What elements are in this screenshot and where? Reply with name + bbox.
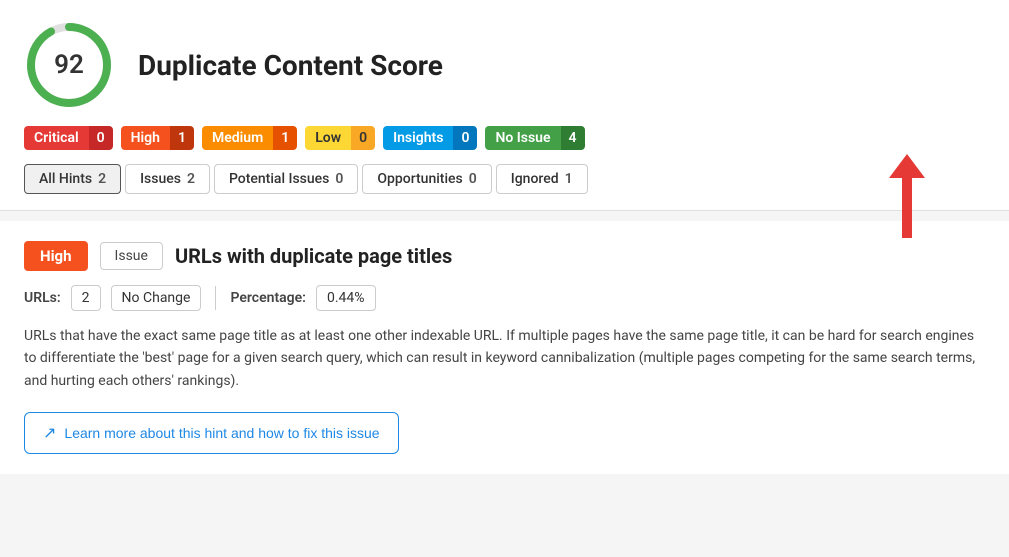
percentage-label: Percentage: (230, 290, 306, 306)
badge-count-noissue: 4 (561, 126, 585, 150)
tab-label-ignored: Ignored (511, 171, 559, 187)
badge-low[interactable]: Low 0 (305, 126, 375, 150)
badge-medium[interactable]: Medium 1 (202, 126, 297, 150)
arrow-indicator (889, 154, 925, 238)
urls-count: 2 (71, 285, 101, 311)
tabs-area: All Hints 2 Issues 2 Potential Issues 0 … (24, 164, 985, 194)
tab-label-issues: Issues (140, 171, 181, 187)
urls-change: No Change (111, 285, 202, 311)
hint-header: High Issue URLs with duplicate page titl… (24, 241, 985, 271)
badge-critical[interactable]: Critical 0 (24, 126, 113, 150)
tabs-row: All Hints 2 Issues 2 Potential Issues 0 … (24, 164, 985, 194)
badge-count-high: 1 (170, 126, 194, 150)
badges-row: Critical 0 High 1 Medium 1 Low 0 Insight… (24, 126, 985, 150)
tab-count-issues: 2 (187, 171, 195, 187)
arrow-head (889, 154, 925, 178)
badge-count-critical: 0 (89, 126, 113, 150)
badge-label-insights: Insights (383, 126, 453, 150)
tab-label-potential-issues: Potential Issues (229, 171, 329, 187)
tab-count-opportunities: 0 (469, 171, 477, 187)
tab-issues[interactable]: Issues 2 (125, 164, 210, 194)
tab-all-hints[interactable]: All Hints 2 (24, 164, 121, 194)
urls-label: URLs: (24, 290, 61, 306)
percentage-value: 0.44% (316, 285, 376, 311)
badge-high[interactable]: High 1 (121, 126, 194, 150)
metrics-row: URLs: 2 No Change Percentage: 0.44% (24, 285, 985, 311)
tab-count-potential-issues: 0 (335, 171, 343, 187)
badge-count-medium: 1 (273, 126, 297, 150)
external-link-icon: ↗ (43, 423, 56, 443)
learn-more-button[interactable]: ↗ Learn more about this hint and how to … (24, 412, 399, 454)
badge-label-high: High (121, 126, 170, 150)
badge-label-noissue: No Issue (485, 126, 560, 150)
tab-count-ignored: 1 (565, 171, 573, 187)
hint-panel: High Issue URLs with duplicate page titl… (0, 221, 1009, 474)
arrow-shaft (902, 178, 912, 238)
tab-opportunities[interactable]: Opportunities 0 (362, 164, 491, 194)
severity-badge: High (24, 241, 88, 271)
score-donut: 92 (24, 20, 114, 110)
tab-ignored[interactable]: Ignored 1 (496, 164, 588, 194)
badge-label-low: Low (305, 126, 351, 150)
tab-count-all-hints: 2 (98, 171, 106, 187)
badge-insights[interactable]: Insights 0 (383, 126, 477, 150)
page-title: Duplicate Content Score (138, 49, 443, 82)
badge-label-medium: Medium (202, 126, 273, 150)
tab-label-all-hints: All Hints (39, 171, 92, 187)
hint-title: URLs with duplicate page titles (175, 244, 452, 268)
badge-label-critical: Critical (24, 126, 89, 150)
badge-noissue[interactable]: No Issue 4 (485, 126, 584, 150)
metric-separator (215, 286, 216, 310)
learn-more-label: Learn more about this hint and how to fi… (64, 425, 379, 441)
type-badge: Issue (100, 242, 163, 270)
tab-potential-issues[interactable]: Potential Issues 0 (214, 164, 358, 194)
badge-count-low: 0 (351, 126, 375, 150)
score-value: 92 (54, 50, 84, 80)
tab-label-opportunities: Opportunities (377, 171, 462, 187)
hint-description: URLs that have the exact same page title… (24, 325, 985, 392)
badge-count-insights: 0 (453, 126, 477, 150)
